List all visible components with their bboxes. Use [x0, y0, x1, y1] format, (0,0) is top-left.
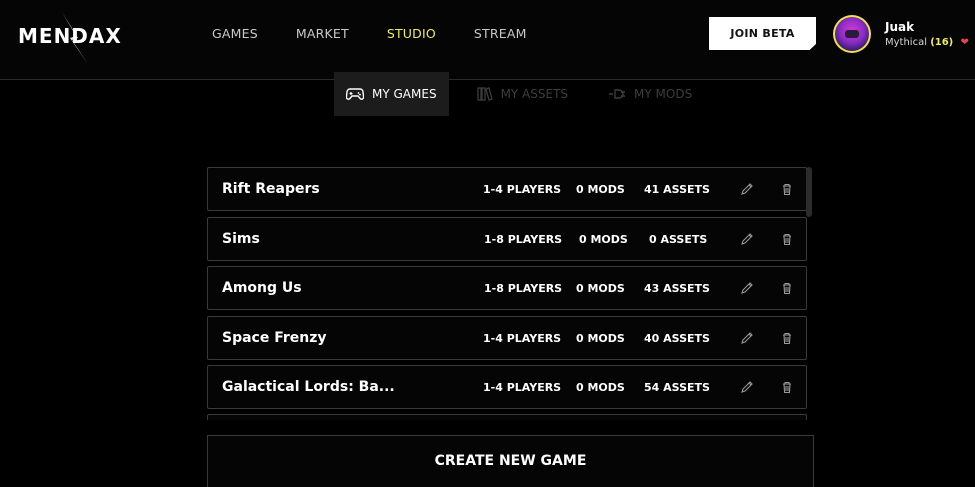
nav-stream[interactable]: STREAM [474, 26, 527, 41]
game-mods: 0 MODS [576, 331, 625, 345]
studio-subtabs: MY GAMES MY ASSETS MY MODS [334, 72, 720, 116]
game-assets: 41 ASSETS [644, 182, 710, 196]
delete-trash-icon[interactable] [780, 331, 794, 345]
list-scrollbar[interactable] [806, 167, 812, 217]
game-name: Galactical Lords: Ba... [222, 379, 395, 395]
game-assets: 54 ASSETS [644, 380, 710, 394]
game-name: Space Frenzy [222, 330, 327, 346]
game-players: 1-8 PLAYERS [484, 232, 563, 246]
avatar[interactable] [833, 15, 871, 53]
delete-trash-icon[interactable] [780, 232, 794, 246]
edit-pencil-icon[interactable] [740, 232, 754, 246]
nav-studio[interactable]: STUDIO [387, 26, 436, 41]
table-row[interactable]: Sims 1-8 PLAYERS 0 MODS 0 ASSETS [207, 217, 807, 261]
avatar-image [835, 17, 869, 51]
game-players: 1-8 PLAYERS [484, 281, 563, 295]
nav-games[interactable]: GAMES [212, 26, 258, 41]
game-name: Rift Reapers [222, 181, 320, 197]
lightning-mark-icon [62, 12, 88, 64]
game-assets: 0 ASSETS [649, 232, 708, 246]
table-row[interactable]: Galactical Lords: Ba... 1-4 PLAYERS 0 MO… [207, 365, 807, 409]
join-beta-button[interactable]: JOIN BETA [709, 17, 816, 50]
edit-pencil-icon[interactable] [740, 182, 754, 196]
top-header: MENDAX GAMES MARKET STUDIO STREAM JOIN B… [0, 0, 975, 80]
user-rank: Mythical (16) ❤ 1 [885, 37, 975, 48]
tab-my-games[interactable]: MY GAMES [334, 72, 449, 116]
tab-my-assets[interactable]: MY ASSETS [465, 72, 580, 116]
game-players: 1-4 PLAYERS [483, 380, 562, 394]
game-assets: 43 ASSETS [644, 281, 710, 295]
game-mods: 0 MODS [576, 182, 625, 196]
gamepad-icon [346, 88, 364, 100]
edit-pencil-icon[interactable] [740, 281, 754, 295]
plug-icon [609, 89, 626, 99]
mendax-logo[interactable]: MENDAX [18, 12, 122, 64]
games-list: Rift Reapers 1-4 PLAYERS 0 MODS 41 ASSET… [207, 165, 814, 420]
rank-label: Mythical [885, 37, 927, 48]
game-assets: 40 ASSETS [644, 331, 710, 345]
edit-pencil-icon[interactable] [740, 380, 754, 394]
game-name: Among Us [222, 280, 302, 296]
game-name: Sims [222, 231, 260, 247]
table-row[interactable]: Among Us 1-8 PLAYERS 0 MODS 43 ASSETS [207, 266, 807, 310]
edit-pencil-icon[interactable] [740, 331, 754, 345]
game-players: 1-4 PLAYERS [483, 331, 562, 345]
game-players: 1-4 PLAYERS [483, 182, 562, 196]
delete-trash-icon[interactable] [780, 182, 794, 196]
rank-level: (16) [930, 37, 954, 48]
delete-trash-icon[interactable] [780, 380, 794, 394]
nav-market[interactable]: MARKET [296, 26, 349, 41]
tab-my-assets-label: MY ASSETS [500, 87, 569, 101]
table-row[interactable]: Space Frenzy 1-4 PLAYERS 0 MODS 40 ASSET… [207, 316, 807, 360]
books-icon [476, 87, 493, 101]
user-name[interactable]: Juak [885, 20, 914, 34]
table-row[interactable] [207, 414, 807, 420]
heart-icon: ❤ [960, 37, 969, 48]
game-mods: 0 MODS [576, 380, 625, 394]
tab-my-games-label: MY GAMES [372, 87, 437, 101]
studio-page: MENDAX GAMES MARKET STUDIO STREAM JOIN B… [0, 0, 975, 487]
create-new-game-button[interactable]: CREATE NEW GAME [207, 435, 814, 487]
tab-my-mods[interactable]: MY MODS [596, 72, 704, 116]
game-mods: 0 MODS [576, 281, 625, 295]
main-nav: GAMES MARKET STUDIO STREAM [212, 26, 565, 41]
table-row[interactable]: Rift Reapers 1-4 PLAYERS 0 MODS 41 ASSET… [207, 167, 807, 211]
tab-my-mods-label: MY MODS [634, 87, 693, 101]
game-mods: 0 MODS [579, 232, 628, 246]
delete-trash-icon[interactable] [780, 281, 794, 295]
